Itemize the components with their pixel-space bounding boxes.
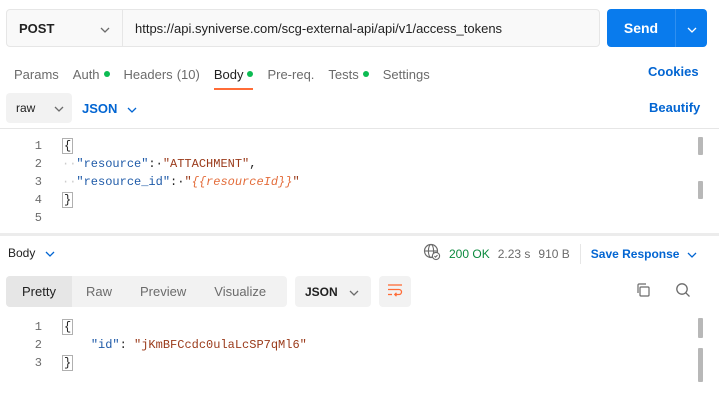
- status-dot: [247, 71, 254, 77]
- tab-body[interactable]: Body: [213, 64, 254, 90]
- status-dot: [362, 71, 369, 77]
- divider: [579, 243, 581, 264]
- line-number: 2: [34, 338, 42, 352]
- json-value: "jKmBFCcdc0ulaLcSP7qMl6": [134, 338, 307, 352]
- line-number: 1: [34, 139, 42, 153]
- line-number: 3: [34, 175, 42, 189]
- method-label: POST: [19, 20, 55, 36]
- tab-label: Tests: [328, 66, 359, 82]
- status-code[interactable]: 200 OK: [449, 247, 490, 261]
- request-tabs: Params Auth Headers (10) Body Pre-req. Te…: [14, 64, 444, 90]
- chevron-down-icon: [687, 247, 697, 261]
- tab-settings[interactable]: Settings: [383, 64, 430, 84]
- response-format-select[interactable]: JSON: [295, 276, 371, 307]
- line-number: 5: [34, 211, 42, 225]
- copy-button[interactable]: [633, 281, 653, 301]
- response-view-tabs: Pretty Raw Preview Visualize: [6, 276, 287, 307]
- chevron-down-icon: [45, 246, 55, 260]
- chevron-down-icon: [687, 21, 697, 36]
- scrollbar[interactable]: [698, 137, 703, 155]
- wrap-lines-button[interactable]: [379, 276, 411, 307]
- send-options-button[interactable]: [676, 9, 707, 47]
- search-icon: [675, 282, 691, 301]
- wrap-lines-icon: [387, 283, 403, 300]
- quote: ": [292, 175, 300, 189]
- body-mode-label: raw: [16, 101, 36, 115]
- code-line: 3 ··"resource_id":·"{{resourceId}}": [0, 173, 300, 191]
- tab-pretty[interactable]: Pretty: [6, 276, 72, 307]
- response-body-select[interactable]: Body: [8, 246, 55, 260]
- body-format-label: JSON: [82, 100, 118, 116]
- url-input[interactable]: https://api.syniverse.com/scg-external-a…: [123, 21, 502, 36]
- response-time[interactable]: 2.23 s: [498, 247, 531, 261]
- close-brace: }: [62, 192, 74, 208]
- tab-auth[interactable]: Auth: [73, 64, 110, 84]
- tab-label: Body: [213, 66, 244, 82]
- response-label: Body: [8, 246, 36, 260]
- tab-label: Params: [14, 66, 59, 82]
- chevron-down-icon: [100, 21, 110, 36]
- json-key: "resource_id": [76, 175, 171, 189]
- save-response-label: Save Response: [590, 246, 680, 261]
- code-line: 1 {: [0, 318, 74, 336]
- tab-raw[interactable]: Raw: [72, 276, 126, 307]
- body-mode-select[interactable]: raw: [6, 93, 72, 123]
- scrollbar[interactable]: [698, 318, 703, 338]
- tab-label: Settings: [382, 66, 430, 82]
- line-number: 2: [34, 157, 42, 171]
- code-line: 2 ··"resource":·"ATTACHMENT",: [0, 155, 257, 173]
- tab-count: (10): [176, 66, 200, 82]
- tab-pre-request[interactable]: Pre-req.: [267, 64, 314, 84]
- send-button-group: Send: [607, 9, 707, 47]
- tab-params[interactable]: Params: [14, 64, 59, 84]
- save-response-button[interactable]: Save Response: [591, 247, 698, 261]
- tab-visualize[interactable]: Visualize: [200, 276, 280, 307]
- variable-reference: {{resourceId}}: [191, 175, 293, 189]
- code-line: 4 }: [0, 191, 74, 209]
- code-line: 1 {: [0, 137, 74, 155]
- open-brace: {: [62, 138, 74, 154]
- cookies-link[interactable]: Cookies: [648, 64, 699, 79]
- method-select[interactable]: POST: [7, 10, 123, 46]
- scrollbar[interactable]: [698, 181, 703, 199]
- search-button[interactable]: [673, 281, 693, 301]
- code-line: 2 "id": "jKmBFCcdc0ulaLcSP7qMl6": [0, 336, 307, 354]
- quote: ": [184, 175, 192, 189]
- request-body-editor[interactable]: 1 { 2 ··"resource":·"ATTACHMENT", 3 ··"r…: [0, 137, 719, 229]
- chevron-down-icon: [349, 285, 359, 299]
- line-number: 3: [34, 356, 42, 370]
- json-key: "resource": [76, 157, 149, 171]
- chevron-down-icon: [127, 101, 137, 116]
- code-line: 3 }: [0, 354, 74, 372]
- tab-preview[interactable]: Preview: [126, 276, 200, 307]
- globe-icon[interactable]: [423, 243, 441, 264]
- request-url-bar: POST https://api.syniverse.com/scg-exter…: [6, 9, 600, 47]
- line-number: 4: [34, 193, 42, 207]
- response-meta: 200 OK 2.23 s 910 B Save Response: [423, 243, 697, 264]
- send-button[interactable]: Send: [607, 9, 676, 47]
- close-brace: }: [62, 355, 74, 371]
- json-key: "id": [90, 338, 120, 352]
- tab-label: Auth: [72, 66, 100, 82]
- beautify-button[interactable]: Beautify: [649, 100, 700, 115]
- line-number: 1: [34, 320, 42, 334]
- response-size[interactable]: 910 B: [538, 247, 569, 261]
- copy-icon: [635, 282, 651, 301]
- divider: [0, 128, 719, 129]
- tab-label: Headers: [123, 66, 173, 82]
- code-line: 5: [0, 209, 42, 227]
- json-value: "ATTACHMENT": [162, 157, 250, 171]
- pane-resizer[interactable]: [0, 233, 719, 236]
- tab-tests[interactable]: Tests: [328, 64, 369, 84]
- body-format-select[interactable]: JSON: [82, 93, 137, 123]
- tab-headers[interactable]: Headers (10): [124, 64, 200, 84]
- response-format-label: JSON: [305, 284, 338, 299]
- status-dot: [103, 71, 110, 77]
- scrollbar[interactable]: [698, 348, 703, 382]
- chevron-down-icon: [54, 101, 64, 115]
- tab-label: Pre-req.: [267, 66, 315, 82]
- open-brace: {: [62, 319, 74, 335]
- response-body-viewer[interactable]: 1 { 2 "id": "jKmBFCcdc0ulaLcSP7qMl6" 3 }: [0, 318, 719, 382]
